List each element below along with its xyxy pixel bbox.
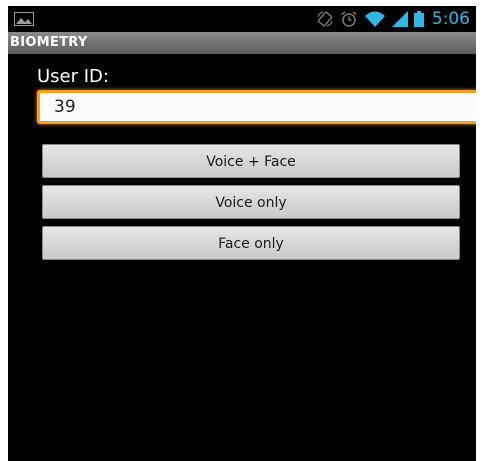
status-clock: 5:06 (431, 9, 470, 29)
alarm-icon (341, 11, 357, 27)
battery-icon (413, 11, 424, 27)
face-only-button[interactable]: Face only (42, 226, 460, 260)
phone-screen: 5:06 BIOMETRY User ID: Voice + Face Voic… (8, 6, 476, 461)
title-bar: BIOMETRY (8, 32, 476, 54)
screen-rotation-icon (317, 11, 333, 27)
app-title: BIOMETRY (10, 35, 88, 50)
voice-only-button[interactable]: Voice only (42, 185, 460, 219)
voice-face-button[interactable]: Voice + Face (42, 144, 460, 178)
signal-icon (391, 11, 408, 27)
status-bar: 5:06 (8, 6, 476, 32)
user-id-label: User ID: (37, 66, 109, 87)
status-icons: 5:06 (316, 9, 470, 29)
user-id-input[interactable] (37, 90, 476, 124)
wifi-icon (364, 11, 385, 27)
gallery-icon (14, 12, 34, 26)
